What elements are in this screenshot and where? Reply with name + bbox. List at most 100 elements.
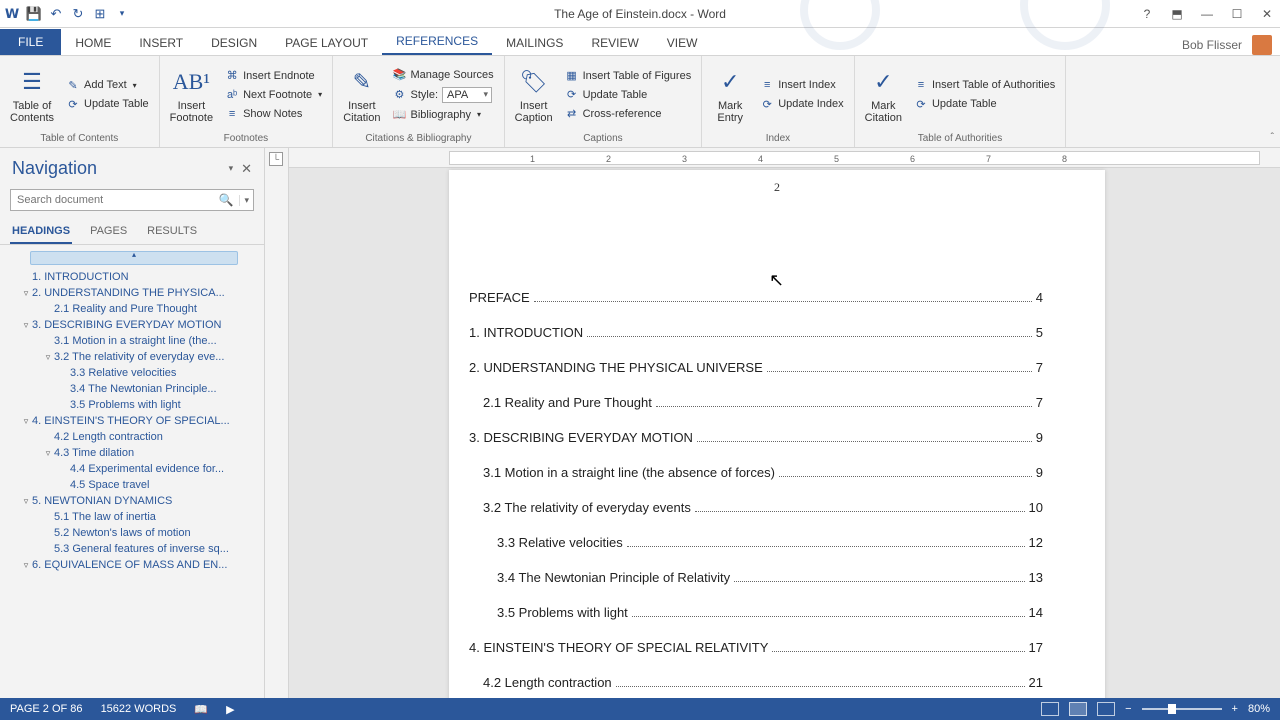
add-text-button[interactable]: ✎Add Text▾ <box>64 77 151 93</box>
nav-tree-item[interactable]: ▿2. UNDERSTANDING THE PHYSICA... <box>8 285 260 301</box>
zoom-in-icon[interactable]: + <box>1232 703 1238 715</box>
status-words[interactable]: 15622 WORDS <box>101 703 177 715</box>
nav-tree-item[interactable]: 5.1 The law of inertia <box>8 509 260 525</box>
qat-dropdown-icon[interactable]: ▾ <box>114 6 130 22</box>
nav-tree-item[interactable]: 5.2 Newton's laws of motion <box>8 525 260 541</box>
insert-toa-button[interactable]: ≡Insert Table of Authorities <box>912 77 1057 93</box>
nav-tree-item[interactable]: 5.3 General features of inverse sq... <box>8 541 260 557</box>
update-toa-button[interactable]: ⟳Update Table <box>912 96 1057 112</box>
tree-caret-icon[interactable]: ▿ <box>42 448 54 459</box>
nav-tree-item[interactable]: ▿4. EINSTEIN'S THEORY OF SPECIAL... <box>8 413 260 429</box>
nav-tree-item[interactable]: ▿6. EQUIVALENCE OF MASS AND EN... <box>8 557 260 573</box>
nav-tree-item[interactable]: 4.4 Experimental evidence for... <box>8 461 260 477</box>
citation-style-select[interactable]: ⚙Style: APA <box>390 86 495 104</box>
tab-design[interactable]: DESIGN <box>197 30 271 55</box>
help-icon[interactable]: ? <box>1138 5 1156 23</box>
next-footnote-button[interactable]: aᵇNext Footnote▾ <box>223 87 324 103</box>
status-page[interactable]: PAGE 2 OF 86 <box>10 703 83 715</box>
toc-row[interactable]: 1. INTRODUCTION5 <box>469 325 1043 340</box>
document-area[interactable]: 12345678 2 PREFACE41. INTRODUCTION52. UN… <box>289 148 1280 698</box>
redo-icon[interactable]: ↻ <box>70 6 86 22</box>
document-page[interactable]: 2 PREFACE41. INTRODUCTION52. UNDERSTANDI… <box>449 170 1105 698</box>
toc-row[interactable]: 4. EINSTEIN'S THEORY OF SPECIAL RELATIVI… <box>469 640 1043 655</box>
print-layout-icon[interactable] <box>1069 702 1087 716</box>
spell-check-icon[interactable]: 📖 <box>194 703 208 716</box>
update-table-button[interactable]: ⟳Update Table <box>64 96 151 112</box>
tab-insert[interactable]: INSERT <box>125 30 197 55</box>
mark-citation-button[interactable]: ✓ Mark Citation <box>859 58 908 131</box>
insert-table-figures-button[interactable]: ▦Insert Table of Figures <box>563 68 694 84</box>
tab-references[interactable]: REFERENCES <box>382 28 492 55</box>
nav-tree-item[interactable]: ▿4.3 Time dilation <box>8 445 260 461</box>
nav-tree-item[interactable]: ▿3. DESCRIBING EVERYDAY MOTION <box>8 317 260 333</box>
web-layout-icon[interactable] <box>1097 702 1115 716</box>
toc-row[interactable]: 2. UNDERSTANDING THE PHYSICAL UNIVERSE7 <box>469 360 1043 375</box>
tree-caret-icon[interactable]: ▿ <box>42 352 54 363</box>
nav-tree-item[interactable]: 1. INTRODUCTION <box>8 269 260 285</box>
collapse-ribbon-icon[interactable]: ˆ <box>1271 132 1274 143</box>
minimize-icon[interactable]: — <box>1198 5 1216 23</box>
toc-row[interactable]: 3. DESCRIBING EVERYDAY MOTION9 <box>469 430 1043 445</box>
toc-row[interactable]: 3.4 The Newtonian Principle of Relativit… <box>469 570 1043 585</box>
search-dropdown-icon[interactable]: ▾ <box>239 195 253 206</box>
insert-index-button[interactable]: ≡Insert Index <box>758 77 845 93</box>
tab-home[interactable]: HOME <box>61 30 125 55</box>
maximize-icon[interactable]: ☐ <box>1228 5 1246 23</box>
tree-caret-icon[interactable]: ▿ <box>20 288 32 299</box>
toc-row[interactable]: 3.3 Relative velocities12 <box>469 535 1043 550</box>
nav-options-icon[interactable]: ▾ <box>229 163 234 174</box>
nav-tree-item[interactable]: 3.4 The Newtonian Principle... <box>8 381 260 397</box>
cross-reference-button[interactable]: ⇄Cross-reference <box>563 106 694 122</box>
tree-caret-icon[interactable]: ▿ <box>20 496 32 507</box>
nav-tree-item[interactable]: 3.3 Relative velocities <box>8 365 260 381</box>
zoom-level[interactable]: 80% <box>1248 703 1270 715</box>
nav-tree-item[interactable]: ▿5. NEWTONIAN DYNAMICS <box>8 493 260 509</box>
insert-caption-button[interactable]: 🏷 Insert Caption <box>509 58 559 131</box>
bibliography-button[interactable]: 📖Bibliography▾ <box>390 107 495 123</box>
user-avatar[interactable] <box>1252 35 1272 55</box>
macro-icon[interactable]: ▶ <box>226 703 234 716</box>
nav-tree-item[interactable]: 3.5 Problems with light <box>8 397 260 413</box>
nav-tree-item[interactable]: 3.1 Motion in a straight line (the... <box>8 333 260 349</box>
ribbon-display-icon[interactable]: ⬒ <box>1168 5 1186 23</box>
nav-tree-item[interactable]: ▿3.2 The relativity of everyday eve... <box>8 349 260 365</box>
close-icon[interactable]: ✕ <box>1258 5 1276 23</box>
undo-icon[interactable]: ↶ <box>48 6 64 22</box>
read-mode-icon[interactable] <box>1041 702 1059 716</box>
insert-endnote-button[interactable]: ⌘Insert Endnote <box>223 68 324 84</box>
nav-tab-results[interactable]: RESULTS <box>145 219 199 244</box>
table-of-contents[interactable]: PREFACE41. INTRODUCTION52. UNDERSTANDING… <box>469 290 1043 698</box>
toc-row[interactable]: 3.2 The relativity of everyday events10 <box>469 500 1043 515</box>
search-input[interactable] <box>11 190 213 210</box>
tree-caret-icon[interactable]: ▿ <box>20 416 32 427</box>
nav-tab-headings[interactable]: HEADINGS <box>10 219 72 244</box>
tree-caret-icon[interactable]: ▿ <box>20 320 32 331</box>
show-notes-button[interactable]: ≡Show Notes <box>223 106 324 122</box>
nav-tree-item[interactable]: 2.1 Reality and Pure Thought <box>8 301 260 317</box>
zoom-out-icon[interactable]: − <box>1125 703 1131 715</box>
user-name[interactable]: Bob Flisser <box>1182 38 1242 52</box>
tab-page-layout[interactable]: PAGE LAYOUT <box>271 30 382 55</box>
toc-row[interactable]: 2.1 Reality and Pure Thought7 <box>469 395 1043 410</box>
toc-row[interactable]: 3.1 Motion in a straight line (the absen… <box>469 465 1043 480</box>
table-of-contents-button[interactable]: ☰ Table of Contents <box>4 58 60 131</box>
update-index-button[interactable]: ⟳Update Index <box>758 96 845 112</box>
tab-view[interactable]: VIEW <box>653 30 712 55</box>
tab-file[interactable]: FILE <box>0 29 61 55</box>
tab-selector[interactable]: └ <box>269 152 283 166</box>
insert-citation-button[interactable]: ✎ Insert Citation <box>337 58 386 131</box>
tab-mailings[interactable]: MAILINGS <box>492 30 577 55</box>
search-icon[interactable]: 🔍 <box>213 193 240 207</box>
touch-mode-icon[interactable]: ⊞ <box>92 6 108 22</box>
insert-footnote-button[interactable]: AB¹ Insert Footnote <box>164 58 219 131</box>
mark-entry-button[interactable]: ✓ Mark Entry <box>706 58 754 131</box>
nav-tree-item[interactable]: 4.2 Length contraction <box>8 429 260 445</box>
update-table-figures-button[interactable]: ⟳Update Table <box>563 87 694 103</box>
horizontal-ruler[interactable]: 12345678 <box>289 148 1280 168</box>
nav-top-heading[interactable] <box>30 251 238 265</box>
tree-caret-icon[interactable]: ▿ <box>20 560 32 571</box>
nav-close-icon[interactable]: ✕ <box>241 161 252 177</box>
tab-review[interactable]: REVIEW <box>577 30 652 55</box>
toc-row[interactable]: 4.2 Length contraction21 <box>469 675 1043 690</box>
nav-tree-item[interactable]: 4.5 Space travel <box>8 477 260 493</box>
